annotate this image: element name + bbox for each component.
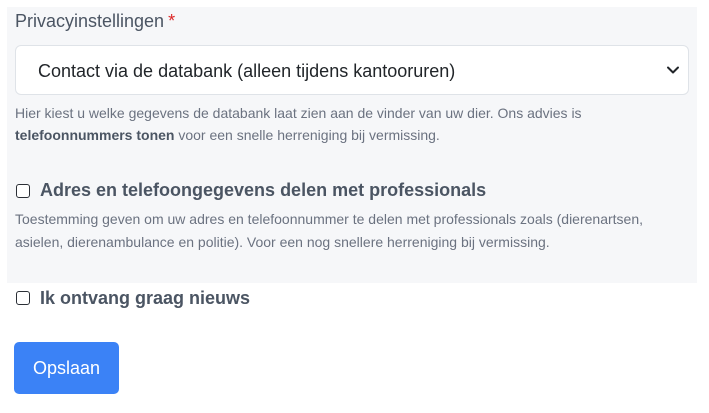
save-button[interactable]: Opslaan	[14, 342, 119, 394]
share-professionals-help-line-2: asielen, dierenambulance en politie). Vo…	[15, 234, 550, 250]
newsletter-checkbox[interactable]	[16, 291, 30, 305]
share-professionals-help-line-1: Toestemming geven om uw adres en telefoo…	[15, 211, 643, 227]
privacy-settings-label-text: Privacyinstellingen	[15, 11, 165, 31]
privacy-help-line-2: telefoonnummers tonen voor een snelle he…	[15, 124, 440, 146]
privacy-help-text: Hier kiest u welke gegevens de databank …	[15, 105, 582, 121]
privacy-help-line-1: Hier kiest u welke gegevens de databank …	[15, 102, 582, 124]
privacy-settings-selected-value: Contact via de databank (alleen tijdens …	[38, 61, 456, 81]
privacy-settings-select[interactable]: Contact via de databank (alleen tijdens …	[15, 45, 689, 95]
privacy-help-advice: telefoonnummers tonen	[15, 127, 175, 143]
share-professionals-checkbox[interactable]	[16, 184, 30, 198]
privacy-help-text-end: voor een snelle herreniging bij vermissi…	[174, 127, 440, 143]
privacy-settings-label: Privacyinstellingen *	[15, 8, 175, 34]
share-professionals-label[interactable]: Adres en telefoongegevens delen met prof…	[40, 178, 486, 202]
newsletter-label[interactable]: Ik ontvang graag nieuws	[40, 286, 250, 310]
chevron-down-icon	[667, 66, 679, 74]
required-mark: *	[168, 11, 176, 31]
